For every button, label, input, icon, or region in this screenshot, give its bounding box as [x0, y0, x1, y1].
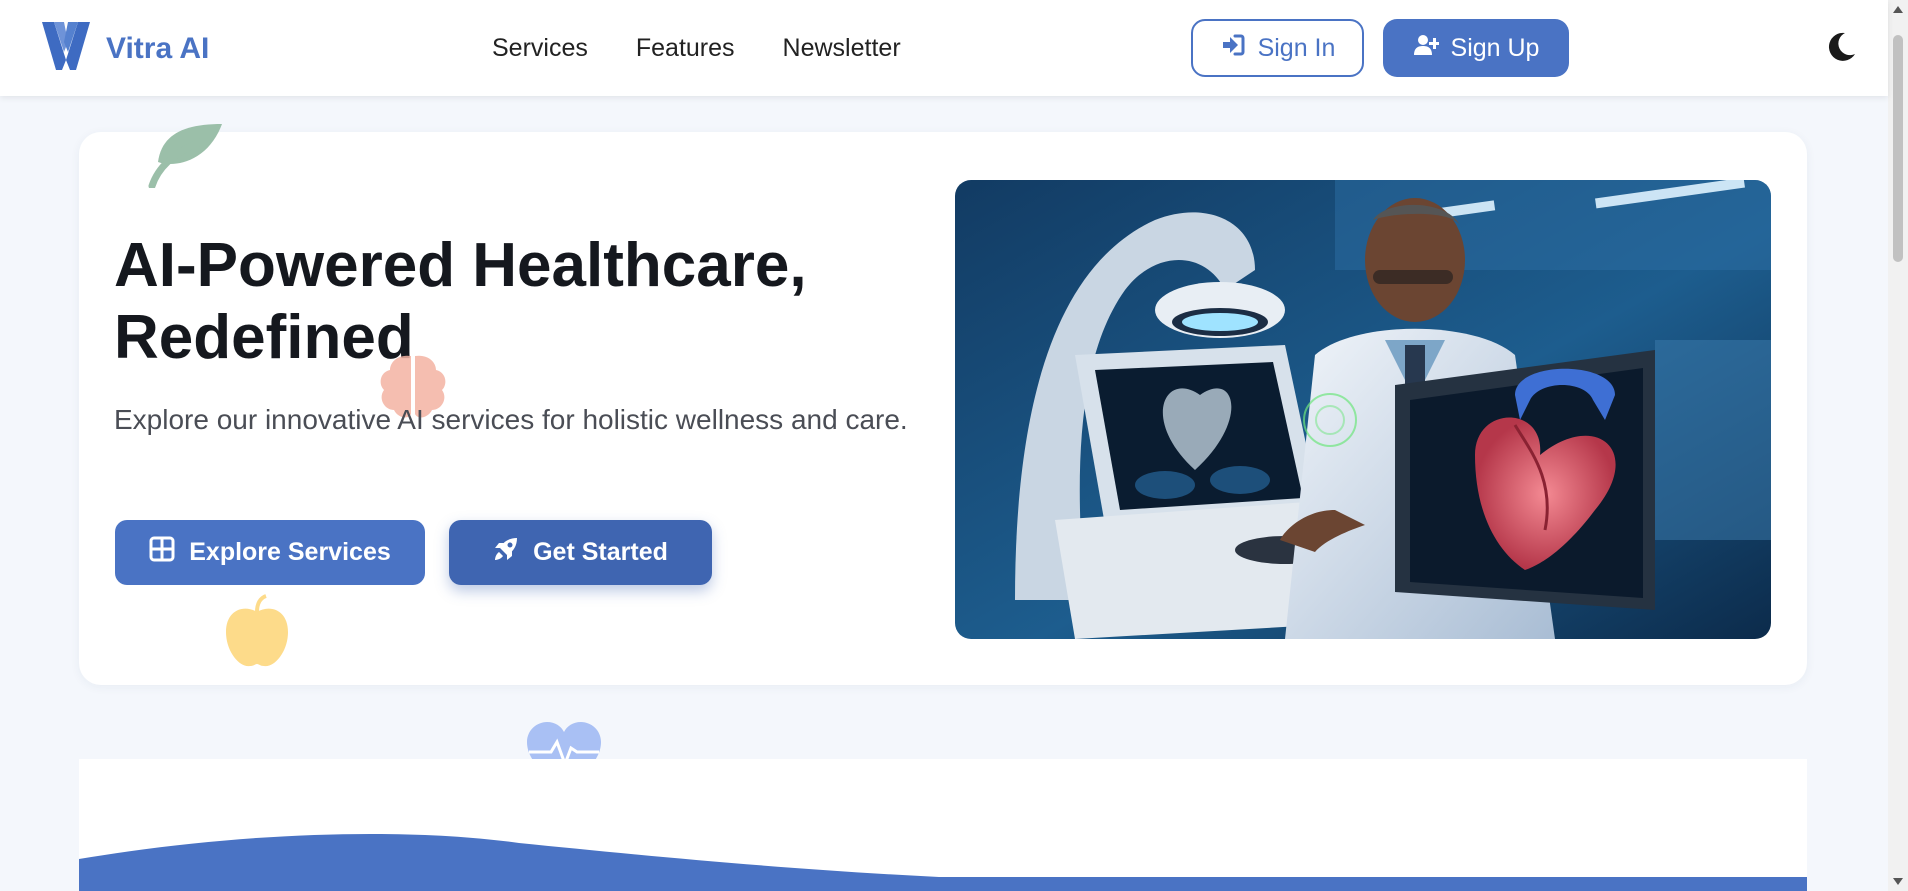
scroll-up-arrow[interactable] [1893, 6, 1903, 13]
get-started-label: Get Started [533, 538, 668, 566]
brand-name: Vitra AI [106, 31, 210, 65]
main-nav: Services Features Newsletter [492, 30, 901, 66]
nav-link-services[interactable]: Services [492, 30, 588, 66]
scroll-thumb[interactable] [1893, 35, 1903, 262]
apple-icon [224, 594, 290, 668]
heart-pulse-icon [527, 722, 601, 759]
nav-link-features[interactable]: Features [636, 30, 735, 66]
brand-link[interactable]: Vitra AI [40, 20, 209, 77]
explore-services-label: Explore Services [189, 538, 391, 566]
grid-icon [149, 536, 175, 569]
sign-up-label: Sign Up [1450, 33, 1540, 62]
rocket-icon [493, 536, 519, 569]
lower-section [79, 759, 1807, 891]
moon-icon[interactable] [1824, 30, 1858, 64]
leaf-icon [148, 122, 224, 190]
wave-divider [79, 833, 1807, 891]
explore-services-button[interactable]: Explore Services [115, 520, 425, 585]
sign-in-button[interactable]: Sign In [1191, 19, 1364, 77]
hero-subtitle: Explore our innovative AI services for h… [114, 404, 908, 435]
hero-image [955, 180, 1771, 639]
hero-title: AI-Powered Healthcare, Redefined [114, 231, 807, 372]
sign-in-label: Sign In [1257, 33, 1336, 62]
nav-link-newsletter[interactable]: Newsletter [783, 30, 901, 66]
user-plus-icon [1413, 32, 1440, 65]
sign-in-icon [1220, 32, 1246, 65]
vitra-logo-icon [40, 20, 92, 77]
sign-up-button[interactable]: Sign Up [1383, 19, 1569, 77]
page-scrollbar[interactable] [1888, 0, 1908, 891]
scroll-down-arrow[interactable] [1893, 878, 1903, 885]
get-started-button[interactable]: Get Started [449, 520, 712, 585]
top-navbar: Vitra AI Services Features Newsletter Si… [0, 0, 1888, 96]
